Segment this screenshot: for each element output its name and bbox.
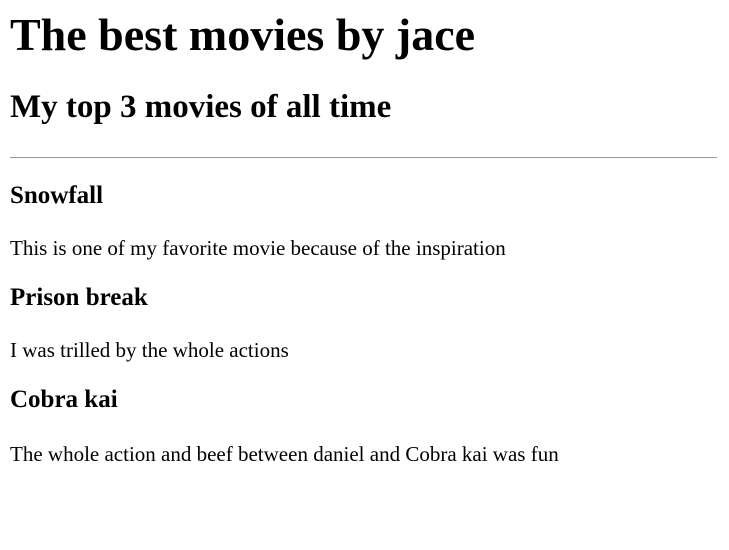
movie-title: Prison break xyxy=(10,284,148,311)
page-subtitle: My top 3 movies of all time xyxy=(10,89,392,125)
movie-description: I was trilled by the whole actions xyxy=(10,338,289,362)
movie-item-cobra-kai: Cobra kai The whole action and beef betw… xyxy=(10,385,717,466)
movie-description: The whole action and beef between daniel… xyxy=(10,442,559,466)
movie-title: Cobra kai xyxy=(10,386,118,413)
movie-item-prison-break: Prison break I was trilled by the whole … xyxy=(10,283,717,362)
movie-item-snowfall: Snowfall This is one of my favorite movi… xyxy=(10,181,717,260)
movie-title: Snowfall xyxy=(10,182,104,209)
movie-description: This is one of my favorite movie because… xyxy=(10,236,506,260)
page-title: The best movies by jace xyxy=(10,9,476,60)
page-content: The best movies by jace My top 3 movies … xyxy=(0,7,729,466)
divider xyxy=(10,157,717,158)
